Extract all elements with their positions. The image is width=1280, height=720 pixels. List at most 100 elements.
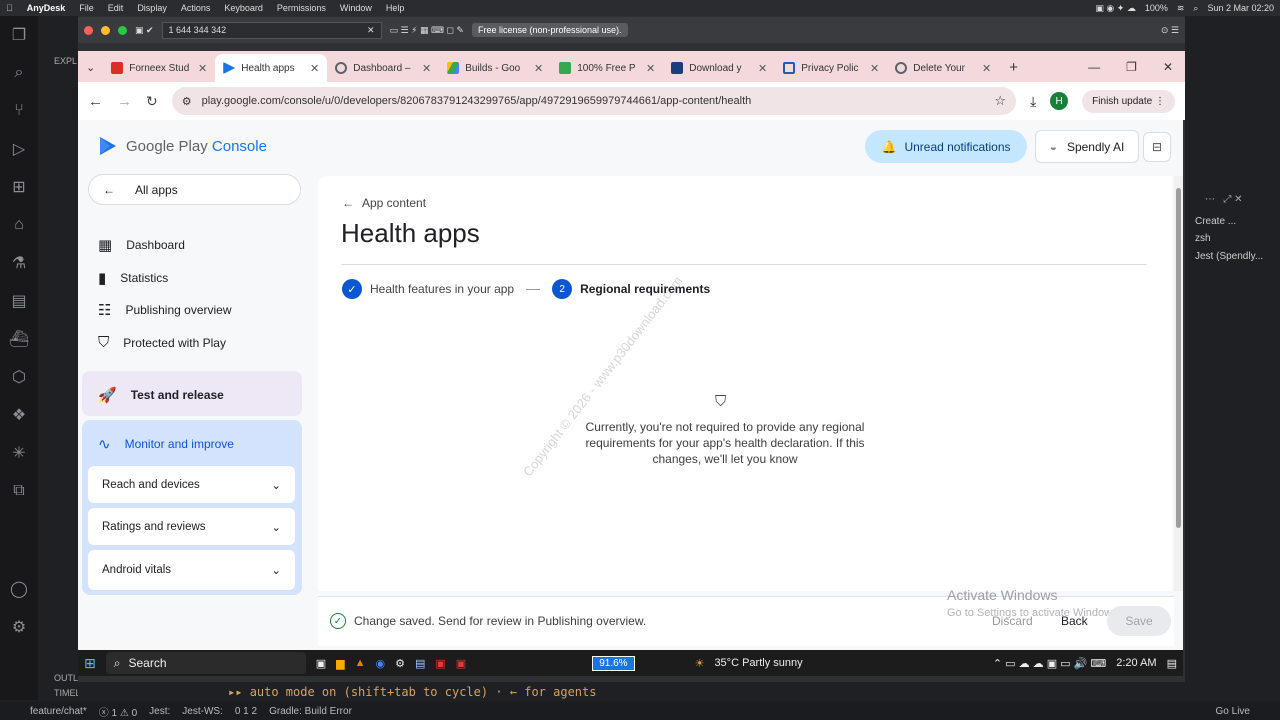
help-assistant-button[interactable]: ⊟ <box>1143 132 1171 162</box>
scrollbar-thumb[interactable] <box>1176 188 1181 528</box>
taskbar-clock[interactable]: 2:20 AM <box>1116 657 1156 669</box>
apple-icon[interactable]:  <box>6 3 13 13</box>
close-session-icon[interactable]: ✕ <box>367 25 375 36</box>
address-bar[interactable]: ⚙ play.google.com/console/u/0/developers… <box>171 87 1016 115</box>
app-icon-2[interactable]: ▣ <box>456 657 466 670</box>
reload-icon[interactable]: ↻ <box>146 93 158 110</box>
clock[interactable]: Sun 2 Mar 02:20 <box>1207 3 1274 13</box>
docker-icon[interactable]: ⛴ <box>0 320 38 358</box>
windows-start-icon[interactable]: ⊞ <box>84 655 96 672</box>
close-icon[interactable]: ✕ <box>870 62 879 75</box>
extensions-icon[interactable]: ⊞ <box>0 168 38 206</box>
tab-search-icon[interactable]: ⌄ <box>82 61 103 82</box>
tab-delete[interactable]: Delete Your ✕ <box>887 54 999 82</box>
site-info-icon[interactable]: ⚙ <box>182 95 192 108</box>
panel-controls[interactable]: ⋯ ⤢ ✕ <box>1205 194 1243 205</box>
menu-keyboard[interactable]: Keyboard <box>224 3 263 13</box>
tab-builds[interactable]: Builds - Goo ✕ <box>439 54 551 82</box>
session-icons[interactable]: ▣ ✔ <box>135 25 154 36</box>
vlc-icon[interactable]: ▲ <box>355 657 366 669</box>
gradle-status[interactable]: Gradle: Build Error <box>269 706 352 717</box>
close-icon[interactable]: ✕ <box>310 62 319 75</box>
back-icon[interactable]: ← <box>88 93 103 110</box>
account-icon[interactable]: ◯ <box>0 570 38 608</box>
tab-forneex[interactable]: Forneex Stud ✕ <box>103 54 215 82</box>
close-icon[interactable]: ✕ <box>758 62 767 75</box>
back-button[interactable]: Back <box>1061 614 1088 628</box>
bookmark-star-icon[interactable]: ☆ <box>994 93 1006 109</box>
minimize-icon[interactable]: — <box>1088 60 1100 74</box>
app-selector[interactable]: ◒ Spendly AI <box>1035 130 1139 163</box>
play-console-logo[interactable]: Google Play Console <box>98 136 267 156</box>
system-tray-icons[interactable]: ⌃ ▭ ☁ ☁ ▣ ▭ 🔊 ⌨ <box>993 657 1106 670</box>
nav-publishing-overview[interactable]: ☷ Publishing overview <box>98 301 232 319</box>
download-icon[interactable]: ⤓ <box>1030 93 1036 110</box>
run-debug-icon[interactable]: ▷ <box>0 130 38 168</box>
url-text[interactable]: play.google.com/console/u/0/developers/8… <box>202 95 985 107</box>
blocks-icon[interactable]: ⧉ <box>0 472 38 510</box>
tab-download[interactable]: Download y ✕ <box>663 54 775 82</box>
tab-dashboard[interactable]: Dashboard – ✕ <box>327 54 439 82</box>
menu-window[interactable]: Window <box>340 3 372 13</box>
close-icon[interactable]: ✕ <box>1163 60 1173 74</box>
taskbar-search[interactable]: ⌕ Search <box>105 652 306 674</box>
go-live[interactable]: Go Live <box>1216 706 1250 717</box>
nav-protected[interactable]: ⛉ Protected with Play <box>98 334 226 351</box>
close-icon[interactable]: ✕ <box>534 62 543 75</box>
save-button[interactable]: Save <box>1107 606 1171 636</box>
menu-permissions[interactable]: Permissions <box>277 3 326 13</box>
menu-actions[interactable]: Actions <box>181 3 211 13</box>
env-icon[interactable]: ▤ <box>0 282 38 320</box>
restore-icon[interactable]: ❐ <box>1126 60 1137 74</box>
nav-test-release[interactable]: 🚀 Test and release <box>98 386 224 404</box>
menu-edit[interactable]: Edit <box>108 3 124 13</box>
remote-icon[interactable]: ⌂ <box>0 206 38 244</box>
chrome-icon[interactable]: ◉ <box>376 657 386 670</box>
test-icon[interactable]: ⚗ <box>0 244 38 282</box>
task-view-icon[interactable]: ▣ <box>316 657 326 670</box>
nav-reach-devices[interactable]: Reach and devices ⌄ <box>88 466 295 503</box>
all-apps-button[interactable]: ← All apps <box>88 174 301 205</box>
menu-display[interactable]: Display <box>137 3 167 13</box>
explorer-icon[interactable]: ❐ <box>0 16 38 54</box>
close-icon[interactable]: ✕ <box>422 62 431 75</box>
file-explorer-icon[interactable]: ▆ <box>336 657 344 670</box>
close-icon[interactable]: ✕ <box>982 62 991 75</box>
remote-id-field[interactable]: 1 644 344 342 ✕ <box>161 21 382 39</box>
error-count[interactable]: ⓧ 1 ⚠ 0 <box>99 704 137 719</box>
nav-monitor-improve[interactable]: ∿ Monitor and improve <box>98 435 234 453</box>
search-icon[interactable]: ⌕ <box>1193 3 1198 14</box>
terminal-item-jest[interactable]: Jest (Spendly... <box>1195 251 1263 262</box>
finish-update-button[interactable]: Finish update ⋮ <box>1082 89 1175 113</box>
terminal-item-create[interactable]: Create ... <box>1195 216 1236 227</box>
menu-icon[interactable]: ⊙ ☰ <box>1161 25 1179 36</box>
nav-ratings-reviews[interactable]: Ratings and reviews ⌄ <box>88 508 295 545</box>
branch[interactable]: feature/chat* <box>30 706 87 717</box>
notifications-icon[interactable]: ▤ <box>1167 657 1177 670</box>
toolbar-icons[interactable]: ▭ ☰ ⚡ ▦ ⌨ ◻ ✎ <box>390 25 464 36</box>
new-tab-button[interactable]: + <box>999 59 1028 82</box>
spark-icon[interactable]: ✳ <box>0 434 38 472</box>
wifi-icon[interactable]: ≋ <box>1177 3 1185 14</box>
battery-percent[interactable]: 100% <box>1145 3 1168 13</box>
unread-notifications-button[interactable]: 🔔 Unread notifications <box>865 130 1027 163</box>
minimize-window-button[interactable] <box>101 25 110 35</box>
nav-android-vitals[interactable]: Android vitals ⌄ <box>88 550 295 590</box>
jest-status[interactable]: Jest: <box>149 706 170 717</box>
tab-free[interactable]: 100% Free P ✕ <box>551 54 663 82</box>
tab-privacy[interactable]: Privacy Polic ✕ <box>775 54 887 82</box>
close-window-button[interactable] <box>84 25 93 35</box>
forward-icon[interactable]: → <box>117 93 132 110</box>
notepad-icon[interactable]: ▤ <box>415 657 425 670</box>
settings-icon[interactable]: ⚙ <box>395 657 405 670</box>
search-icon[interactable]: ⌕ <box>0 54 38 92</box>
jestws-status[interactable]: Jest-WS: <box>182 706 223 717</box>
weather-text[interactable]: 35°C Partly sunny <box>714 657 802 669</box>
breadcrumb[interactable]: ← App content <box>342 196 426 210</box>
menu-help[interactable]: Help <box>386 3 405 13</box>
discard-button[interactable]: Discard <box>992 614 1033 628</box>
source-control-icon[interactable]: ⑂ <box>0 92 38 130</box>
step-1-label[interactable]: Health features in your app <box>370 282 514 296</box>
step-2-label[interactable]: Regional requirements <box>580 282 710 296</box>
avatar[interactable]: H <box>1050 92 1069 110</box>
